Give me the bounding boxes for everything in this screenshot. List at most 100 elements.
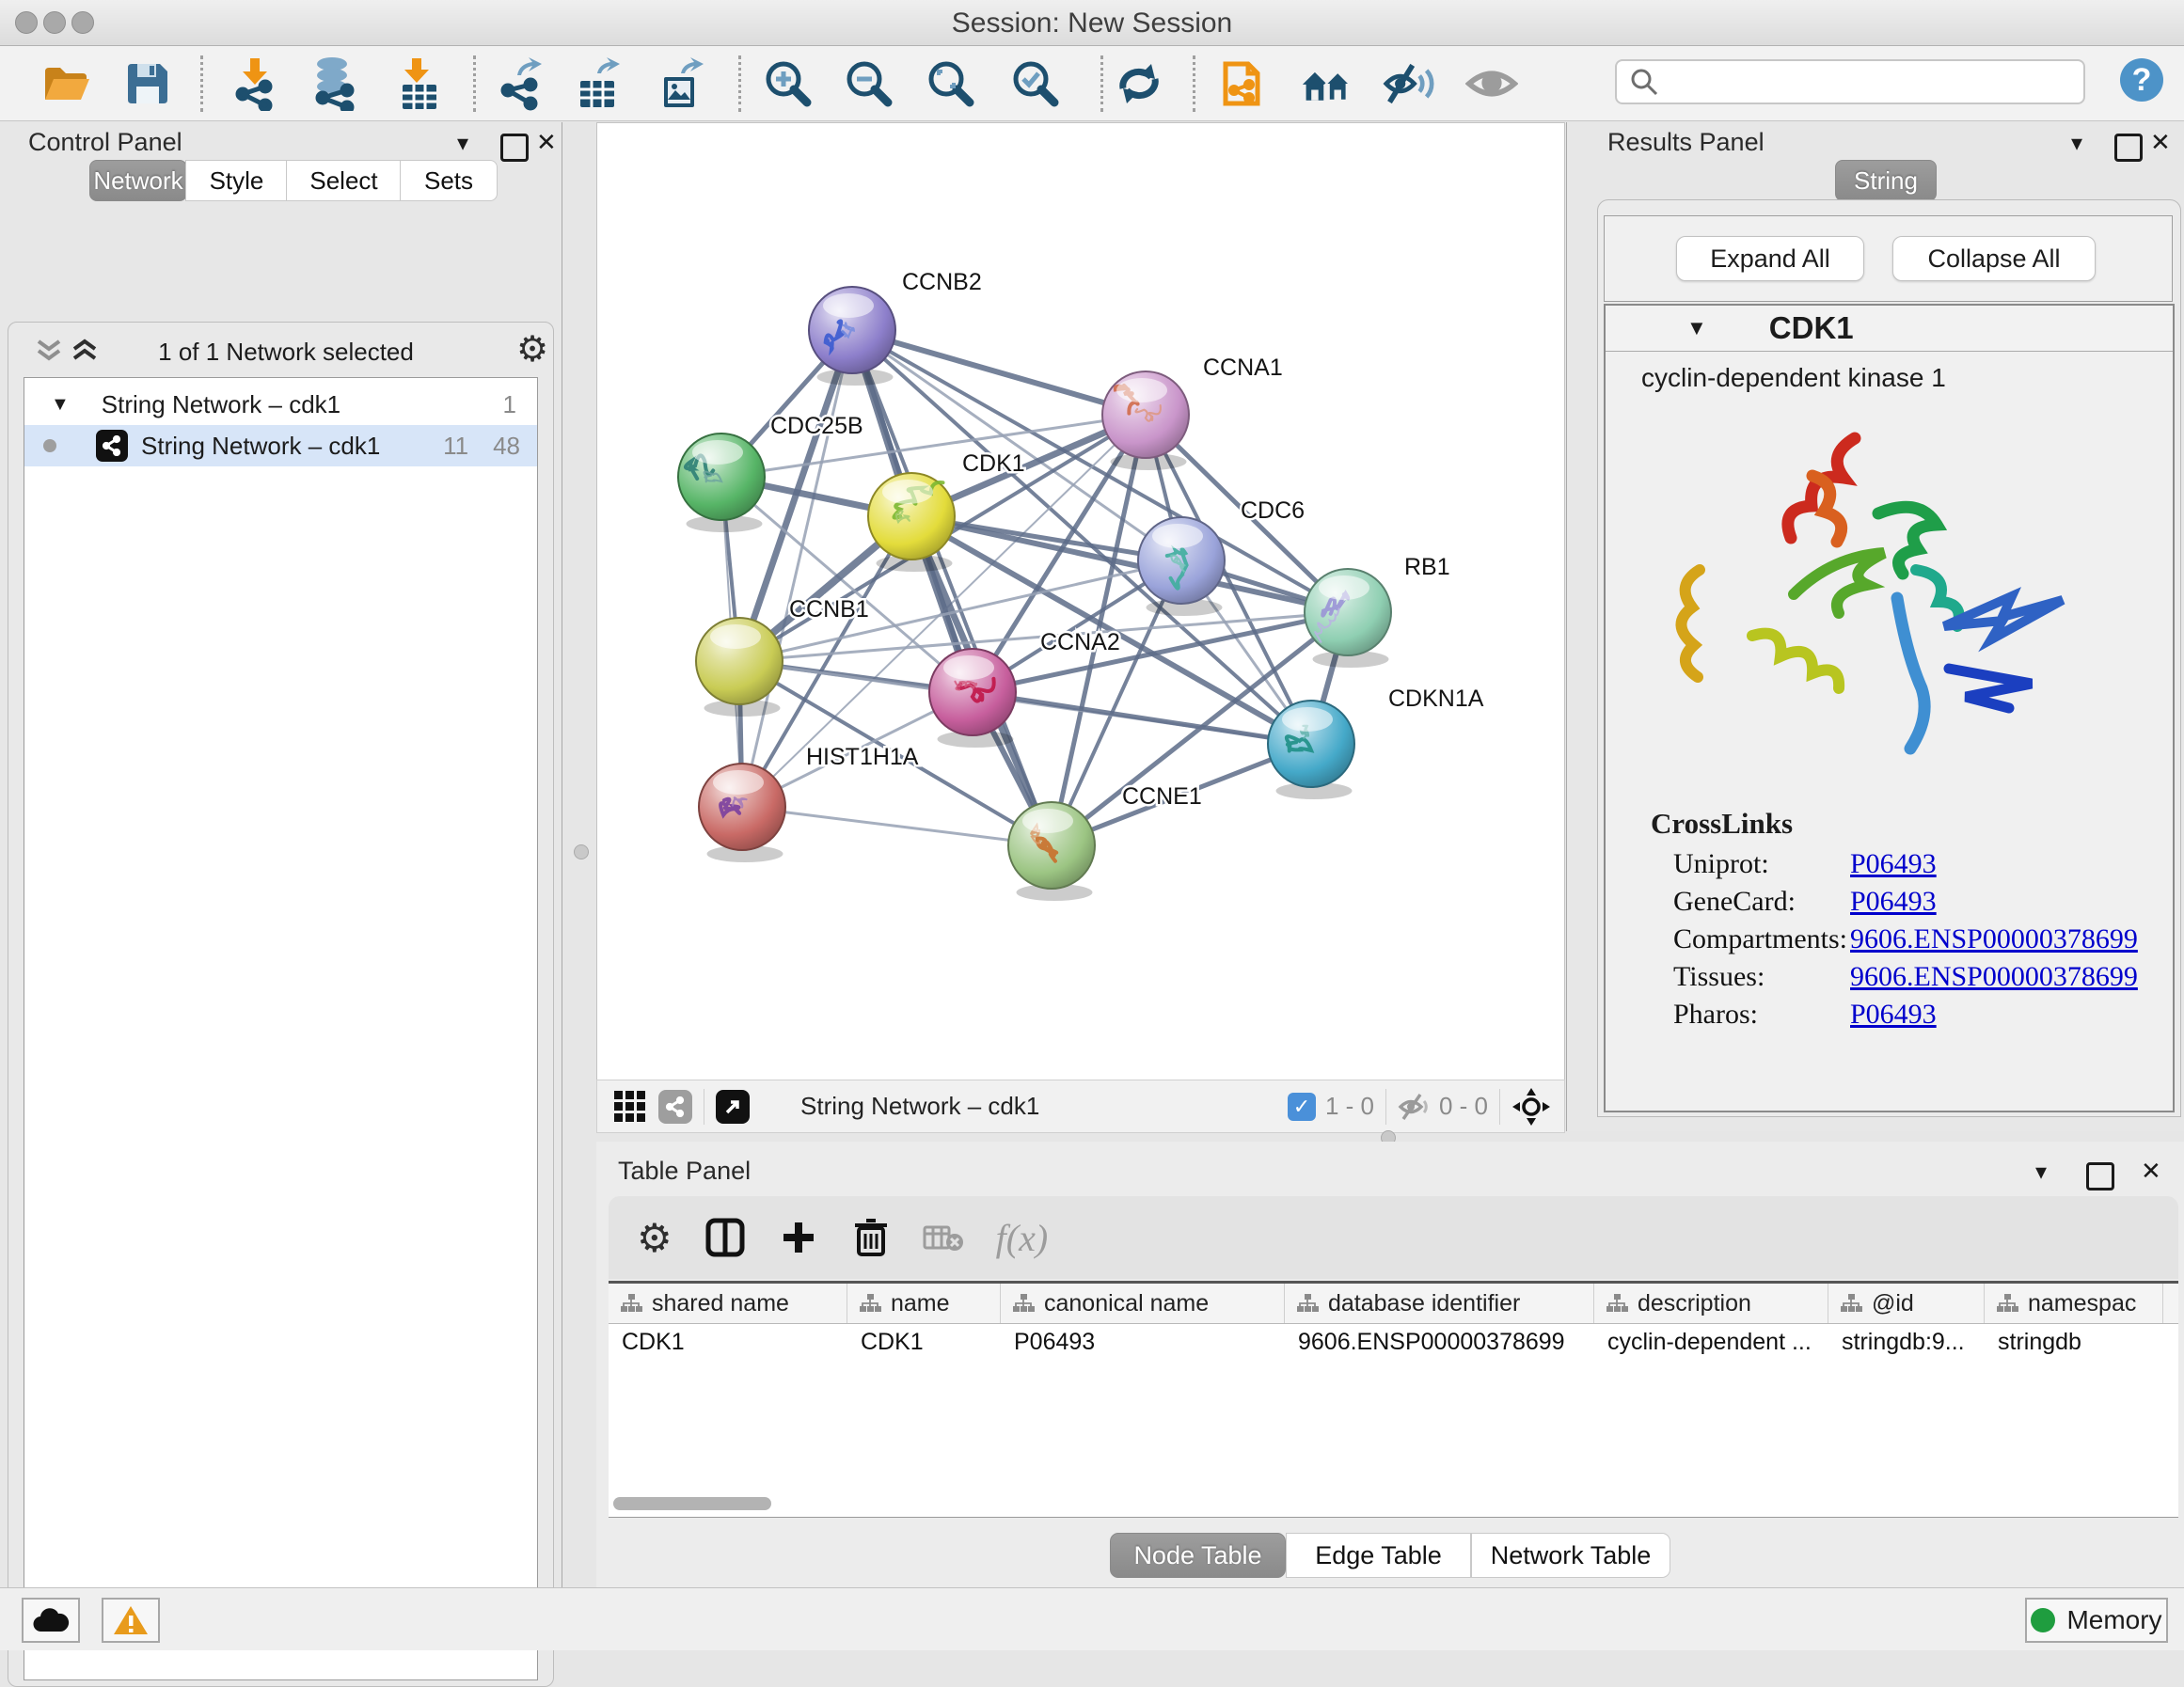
fit-selected-crosshair-icon[interactable] bbox=[1511, 1087, 1551, 1127]
results-panel-collapse-button[interactable]: ▾ bbox=[2071, 130, 2082, 157]
tab-node-table[interactable]: Node Table bbox=[1110, 1533, 1286, 1578]
function-builder-icon[interactable]: f(x) bbox=[996, 1216, 1049, 1260]
import-network-from-database-button[interactable] bbox=[308, 57, 360, 110]
share-file-button[interactable] bbox=[1220, 57, 1273, 110]
card-collapse-icon[interactable]: ▼ bbox=[1686, 316, 1707, 340]
table-settings-gear-icon[interactable]: ⚙ bbox=[637, 1215, 673, 1261]
hide-graphics-details-button[interactable] bbox=[1383, 57, 1435, 110]
network-options-gear-icon[interactable]: ⚙ bbox=[516, 328, 548, 371]
node-CCNB1[interactable]: CCNB1 bbox=[696, 596, 869, 717]
toolbar-separator bbox=[1100, 55, 1103, 112]
protein-card-header[interactable]: ▼ CDK1 bbox=[1606, 306, 2173, 352]
save-session-button[interactable] bbox=[121, 57, 174, 110]
show-columns-icon[interactable] bbox=[704, 1217, 746, 1258]
network-view-statusbar: String Network – cdk1 ✓ 1 - 0 0 - 0 bbox=[596, 1080, 1565, 1133]
table-panel-float-button[interactable] bbox=[2086, 1162, 2114, 1190]
expand-all-button[interactable]: Expand All bbox=[1676, 236, 1864, 281]
network-share-icon[interactable] bbox=[658, 1090, 692, 1124]
node-CCNA1[interactable]: CCNA1 bbox=[1102, 355, 1283, 470]
collapse-all-button[interactable]: Collapse All bbox=[1892, 236, 2096, 281]
table-horizontal-scrollbar[interactable] bbox=[613, 1497, 771, 1510]
edge-HIST1H1A-CCNE1[interactable] bbox=[742, 807, 1052, 845]
tab-select[interactable]: Select bbox=[286, 160, 402, 201]
search-icon bbox=[1628, 66, 1660, 98]
help-button[interactable]: ? bbox=[2120, 58, 2163, 102]
birdseye-grid-icon[interactable] bbox=[614, 1091, 645, 1122]
export-image-button[interactable] bbox=[655, 57, 707, 110]
export-table-button[interactable] bbox=[573, 57, 625, 110]
results-panel-close-button[interactable]: ✕ bbox=[2150, 128, 2171, 157]
string-network-graph[interactable]: CCNB2CCNA1CDC25BCDK1CDC6RB1CCNB1CCNA2CDK… bbox=[597, 123, 1564, 1080]
results-tab-string[interactable]: String bbox=[1835, 160, 1937, 201]
column-header-name[interactable]: name bbox=[847, 1284, 1001, 1323]
tab-edge-table[interactable]: Edge Table bbox=[1286, 1533, 1471, 1578]
crosslink-link[interactable]: P06493 bbox=[1850, 848, 1937, 880]
cloud-icon bbox=[32, 1607, 70, 1633]
selected-node-edge-counts: 1 - 0 bbox=[1325, 1092, 1374, 1121]
results-panel-float-button[interactable] bbox=[2114, 134, 2143, 162]
attribute-tree-icon bbox=[1606, 1293, 1628, 1314]
column-header-@id[interactable]: @id bbox=[1828, 1284, 1985, 1323]
column-header-namespac[interactable]: namespac bbox=[1985, 1284, 2163, 1323]
tree-expand-icon[interactable]: ▼ bbox=[51, 394, 70, 416]
crosslink-label: Uniprot: bbox=[1673, 848, 1850, 880]
network-collection-row[interactable]: ▼ String Network – cdk1 1 bbox=[24, 384, 537, 425]
cloud-button[interactable] bbox=[22, 1598, 80, 1643]
edge-CCNB2-HIST1H1A[interactable] bbox=[742, 330, 852, 807]
warnings-button[interactable] bbox=[102, 1598, 160, 1643]
zoom-out-button[interactable] bbox=[843, 57, 895, 110]
import-network-button[interactable] bbox=[229, 57, 281, 110]
crosslink-link[interactable]: 9606.ENSP00000378699 bbox=[1850, 961, 2138, 993]
edge-RB1-CCNA2[interactable] bbox=[973, 612, 1348, 692]
search-input[interactable] bbox=[1668, 64, 2083, 100]
column-header-database-identifier[interactable]: database identifier bbox=[1285, 1284, 1594, 1323]
control-panel-float-button[interactable] bbox=[500, 134, 529, 162]
tab-network-table[interactable]: Network Table bbox=[1471, 1533, 1670, 1578]
left-splitter-handle[interactable] bbox=[574, 844, 589, 859]
home-button[interactable] bbox=[1301, 57, 1353, 110]
expand-all-chevron-icon[interactable] bbox=[71, 338, 99, 364]
tab-style[interactable]: Style bbox=[185, 160, 288, 201]
network-row-selected[interactable]: String Network – cdk1 11 48 bbox=[24, 425, 537, 466]
protein-structure-image bbox=[1662, 410, 2066, 786]
export-network-button[interactable] bbox=[495, 57, 547, 110]
zoom-selected-button[interactable] bbox=[1009, 57, 1062, 110]
collapse-all-chevron-icon[interactable] bbox=[35, 338, 63, 364]
node-CDC25B[interactable]: CDC25B bbox=[678, 413, 863, 532]
column-header-shared-name[interactable]: shared name bbox=[609, 1284, 847, 1323]
node-HIST1H1A[interactable]: HIST1H1A bbox=[699, 744, 919, 862]
node-RB1[interactable]: RB1 bbox=[1305, 554, 1450, 668]
apply-layout-button[interactable] bbox=[1113, 57, 1165, 110]
crosslink-link[interactable]: P06493 bbox=[1850, 886, 1937, 918]
edge-CDK1-RB1[interactable] bbox=[911, 516, 1348, 612]
network-view-canvas[interactable]: CCNB2CCNA1CDC25BCDK1CDC6RB1CCNB1CCNA2CDK… bbox=[596, 122, 1565, 1080]
node-CDKN1A[interactable]: CDKN1A bbox=[1268, 686, 1484, 799]
table-panel-collapse-button[interactable]: ▾ bbox=[2035, 1159, 2047, 1186]
tab-network[interactable]: Network bbox=[89, 160, 187, 201]
show-graphics-details-button[interactable] bbox=[1465, 57, 1518, 110]
memory-button[interactable]: Memory bbox=[2025, 1598, 2168, 1643]
column-header-description[interactable]: description bbox=[1594, 1284, 1828, 1323]
import-table-button[interactable] bbox=[392, 57, 445, 110]
control-panel-collapse-button[interactable]: ▾ bbox=[457, 130, 468, 157]
zoom-fit-button[interactable] bbox=[925, 57, 977, 110]
add-column-icon[interactable] bbox=[780, 1219, 817, 1256]
tab-sets[interactable]: Sets bbox=[400, 160, 498, 201]
crosslink-link[interactable]: 9606.ENSP00000378699 bbox=[1850, 923, 2138, 955]
table-panel-close-button[interactable]: ✕ bbox=[2141, 1157, 2161, 1186]
delete-table-icon[interactable] bbox=[923, 1222, 964, 1253]
search-box bbox=[1615, 59, 2085, 104]
edge-CCNB2-CCNA1[interactable] bbox=[852, 330, 1146, 415]
open-session-button[interactable] bbox=[40, 57, 92, 110]
crosslink-link[interactable]: P06493 bbox=[1850, 999, 1937, 1031]
column-header-canonical-name[interactable]: canonical name bbox=[1001, 1284, 1285, 1323]
selected-checkbox-icon[interactable]: ✓ bbox=[1288, 1093, 1316, 1121]
delete-column-icon[interactable] bbox=[853, 1217, 889, 1258]
hidden-eye-slash-icon[interactable] bbox=[1398, 1093, 1432, 1121]
control-panel-close-button[interactable]: ✕ bbox=[536, 128, 557, 157]
memory-label: Memory bbox=[2066, 1605, 2161, 1635]
table-row[interactable]: CDK1CDK1P064939606.ENSP00000378699cyclin… bbox=[609, 1324, 2178, 1364]
zoom-in-button[interactable] bbox=[762, 57, 815, 110]
zoom-in-icon bbox=[763, 58, 814, 109]
open-in-new-window-icon[interactable] bbox=[716, 1090, 750, 1124]
